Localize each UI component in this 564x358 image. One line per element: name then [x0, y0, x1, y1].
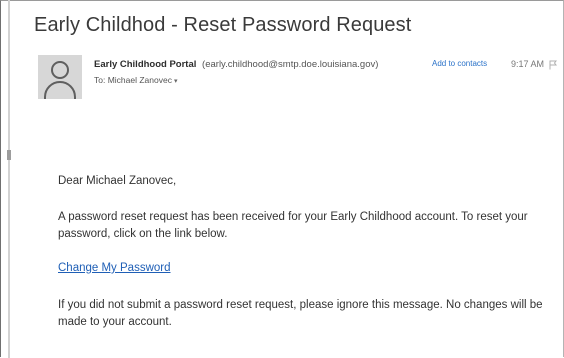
email-greeting: Dear Michael Zanovec,: [58, 175, 177, 187]
recipient-text: To: Michael Zanovec: [94, 75, 172, 85]
pane-resize-handle[interactable]: [7, 150, 11, 160]
email-paragraph-2: If you did not submit a password reset r…: [58, 299, 543, 328]
add-to-contacts-link[interactable]: Add to contacts: [432, 59, 487, 68]
email-paragraph-1: A password reset request has been receiv…: [58, 211, 528, 240]
from-line: Early Childhood Portal (early.childhood@…: [94, 59, 378, 70]
email-subject: Early Childhod - Reset Password Request: [34, 14, 412, 36]
received-time: 9:17 AM: [511, 59, 545, 69]
sender-name[interactable]: Early Childhood Portal: [94, 59, 196, 70]
flag-icon[interactable]: [549, 60, 557, 70]
left-divider: [8, 0, 10, 358]
change-password-link[interactable]: Change My Password: [58, 262, 171, 274]
person-silhouette-body: [44, 81, 76, 99]
sender-email: (early.childhood@smtp.doe.louisiana.gov): [202, 59, 379, 70]
recipient-line[interactable]: To: Michael Zanovec ▾: [94, 75, 177, 85]
sender-avatar: [38, 55, 82, 99]
person-silhouette-icon: [51, 61, 69, 79]
chevron-down-icon[interactable]: ▾: [174, 78, 178, 85]
